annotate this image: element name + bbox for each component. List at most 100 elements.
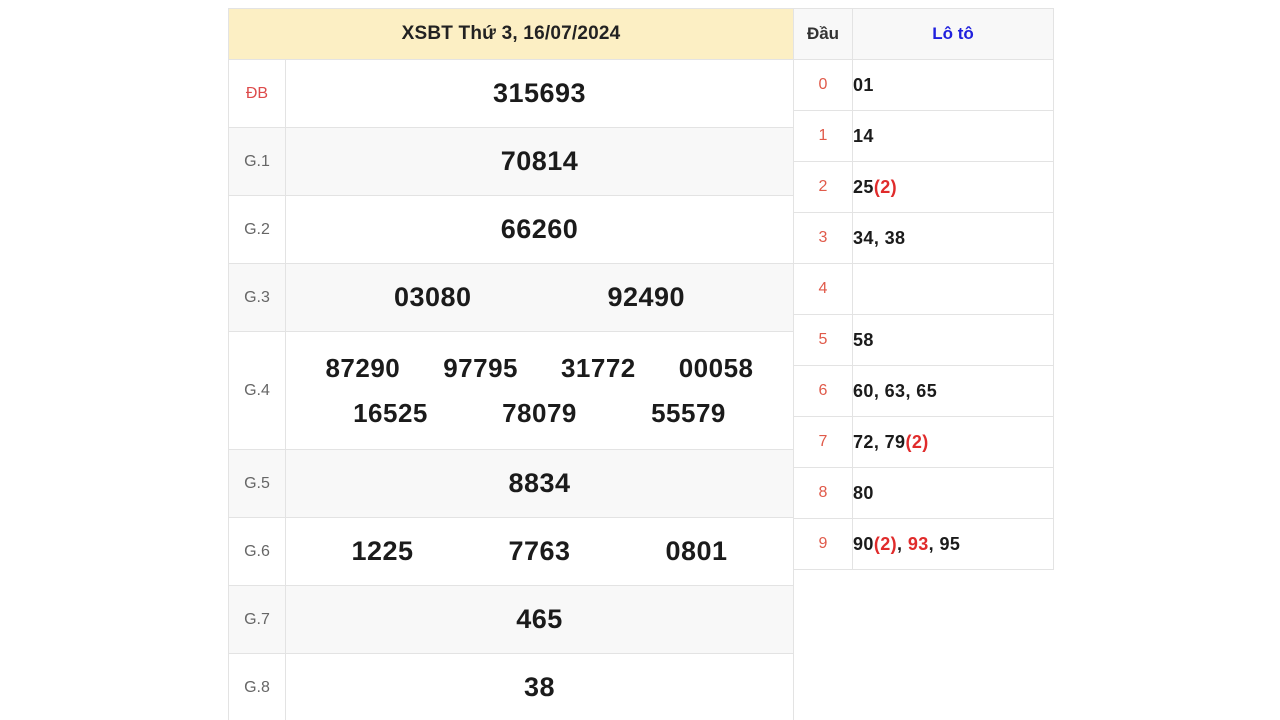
prize-table-header-row: XSBT Thứ 3, 16/07/2024 [228, 8, 794, 60]
loto-number: 80 [853, 482, 874, 503]
prize-values-g5: 8834 [285, 449, 794, 518]
loto-number: 90 [853, 533, 874, 554]
prize-number: 7763 [508, 536, 571, 566]
table-row-g7[interactable]: G.7 465 [228, 585, 794, 654]
loto-numbers-cell: 14 [852, 110, 1054, 162]
table-row-g2[interactable]: G.2 66260 [228, 195, 794, 264]
number-group: 38 [286, 672, 793, 703]
table-row-g5[interactable]: G.5 8834 [228, 449, 794, 518]
loto-numbers-cell: 72, 79(2) [852, 416, 1054, 468]
prize-label-g7: G.7 [228, 585, 286, 654]
loto-dau-digit: 4 [793, 263, 853, 315]
number-group: 465 [286, 604, 793, 635]
loto-number: 63 [884, 380, 906, 401]
loto-separator: , [897, 533, 908, 554]
loto-dau-digit: 6 [793, 365, 853, 417]
loto-numbers-cell: 60, 63, 65 [852, 365, 1054, 417]
prize-label-g1: G.1 [228, 127, 286, 196]
prize-number: 70814 [500, 146, 579, 176]
number-group-row-2: 16525 78079 55579 [286, 398, 793, 429]
prize-values-g2: 66260 [285, 195, 794, 264]
loto-number: 38 [884, 227, 906, 248]
table-row-g6[interactable]: G.6 1225 7763 0801 [228, 517, 794, 586]
number-group-wrapper: 87290 97795 31772 00058 16525 78079 5557… [286, 353, 793, 429]
prize-label-g2: G.2 [228, 195, 286, 264]
prize-values-g8: 38 [285, 653, 794, 720]
prize-values-g3: 03080 92490 [285, 263, 794, 332]
prize-values-g1: 70814 [285, 127, 794, 196]
loto-row-8[interactable]: 8 80 [793, 467, 1054, 519]
loto-number: 72 [853, 431, 874, 452]
loto-numbers-cell: 90(2), 93, 95 [852, 518, 1054, 570]
prize-values-g7: 465 [285, 585, 794, 654]
prize-values-g4: 87290 97795 31772 00058 16525 78079 5557… [285, 331, 794, 450]
loto-number: 79 [884, 431, 906, 452]
lottery-result-page: XSBT Thứ 3, 16/07/2024 ĐB 315693 G.1 708… [0, 0, 1280, 720]
prize-values-g6: 1225 7763 0801 [285, 517, 794, 586]
loto-dau-digit: 1 [793, 110, 853, 162]
loto-dau-digit: 7 [793, 416, 853, 468]
loto-header-loto: Lô tô [852, 8, 1054, 60]
loto-row-5[interactable]: 5 58 [793, 314, 1054, 366]
prize-number: 0801 [665, 536, 728, 566]
loto-number: 25 [853, 176, 874, 197]
prize-label-g8: G.8 [228, 653, 286, 720]
number-group: 66260 [286, 214, 793, 245]
loto-number: 58 [853, 329, 874, 350]
table-row-g3[interactable]: G.3 03080 92490 [228, 263, 794, 332]
prize-number: 03080 [393, 282, 472, 312]
prize-number: 00058 [678, 352, 754, 383]
loto-separator: , [905, 380, 917, 401]
loto-dau-digit: 9 [793, 518, 853, 570]
loto-separator: , [873, 431, 885, 452]
loto-row-0[interactable]: 0 01 [793, 59, 1054, 111]
table-row-g1[interactable]: G.1 70814 [228, 127, 794, 196]
loto-number: 95 [939, 533, 961, 554]
prize-label-g6: G.6 [228, 517, 286, 586]
prize-label-db: ĐB [228, 59, 286, 128]
loto-row-6[interactable]: 6 60, 63, 65 [793, 365, 1054, 417]
loto-numbers-cell: 01 [852, 59, 1054, 111]
loto-number: 01 [853, 74, 874, 95]
prize-results-table: XSBT Thứ 3, 16/07/2024 ĐB 315693 G.1 708… [228, 8, 794, 720]
prize-number: 38 [523, 672, 556, 702]
loto-dau-digit: 8 [793, 467, 853, 519]
loto-row-1[interactable]: 1 14 [793, 110, 1054, 162]
prize-number: 78079 [502, 397, 577, 428]
loto-row-3[interactable]: 3 34, 38 [793, 212, 1054, 264]
loto-number: 60 [853, 380, 874, 401]
prize-number: 92490 [607, 282, 686, 312]
loto-count-badge: (2) [905, 431, 929, 452]
loto-count-badge: (2) [873, 176, 898, 197]
prize-number: 66260 [500, 214, 579, 244]
number-group: 70814 [286, 146, 793, 177]
loto-dau-digit: 5 [793, 314, 853, 366]
loto-row-2[interactable]: 2 25(2) [793, 161, 1054, 213]
loto-separator: , [873, 227, 885, 248]
loto-separator: , [873, 380, 885, 401]
loto-numbers-cell: 58 [852, 314, 1054, 366]
number-group: 315693 [286, 78, 793, 109]
loto-table-header-row: Đầu Lô tô [793, 8, 1054, 60]
loto-dau-digit: 2 [793, 161, 853, 213]
loto-row-7[interactable]: 7 72, 79(2) [793, 416, 1054, 468]
loto-row-4[interactable]: 4 [793, 263, 1054, 315]
number-group-row-1: 87290 97795 31772 00058 [286, 353, 793, 384]
loto-numbers-cell [852, 263, 1054, 315]
table-row-db[interactable]: ĐB 315693 [228, 59, 794, 128]
prize-number: 315693 [492, 78, 587, 108]
prize-label-g5: G.5 [228, 449, 286, 518]
loto-header-dau: Đầu [793, 8, 853, 60]
table-row-g4[interactable]: G.4 87290 97795 31772 00058 16525 78079 … [228, 331, 794, 450]
number-group: 8834 [286, 468, 793, 499]
table-row-g8[interactable]: G.8 38 [228, 653, 794, 720]
prize-label-g4: G.4 [228, 331, 286, 450]
prize-number: 55579 [651, 397, 726, 428]
prize-number: 97795 [443, 352, 519, 383]
prize-number: 8834 [508, 468, 571, 498]
loto-row-9[interactable]: 9 90(2), 93, 95 [793, 518, 1054, 570]
number-group: 1225 7763 0801 [286, 536, 793, 567]
prize-values-db: 315693 [285, 59, 794, 128]
prize-number: 16525 [353, 397, 428, 428]
prize-number: 87290 [325, 352, 401, 383]
